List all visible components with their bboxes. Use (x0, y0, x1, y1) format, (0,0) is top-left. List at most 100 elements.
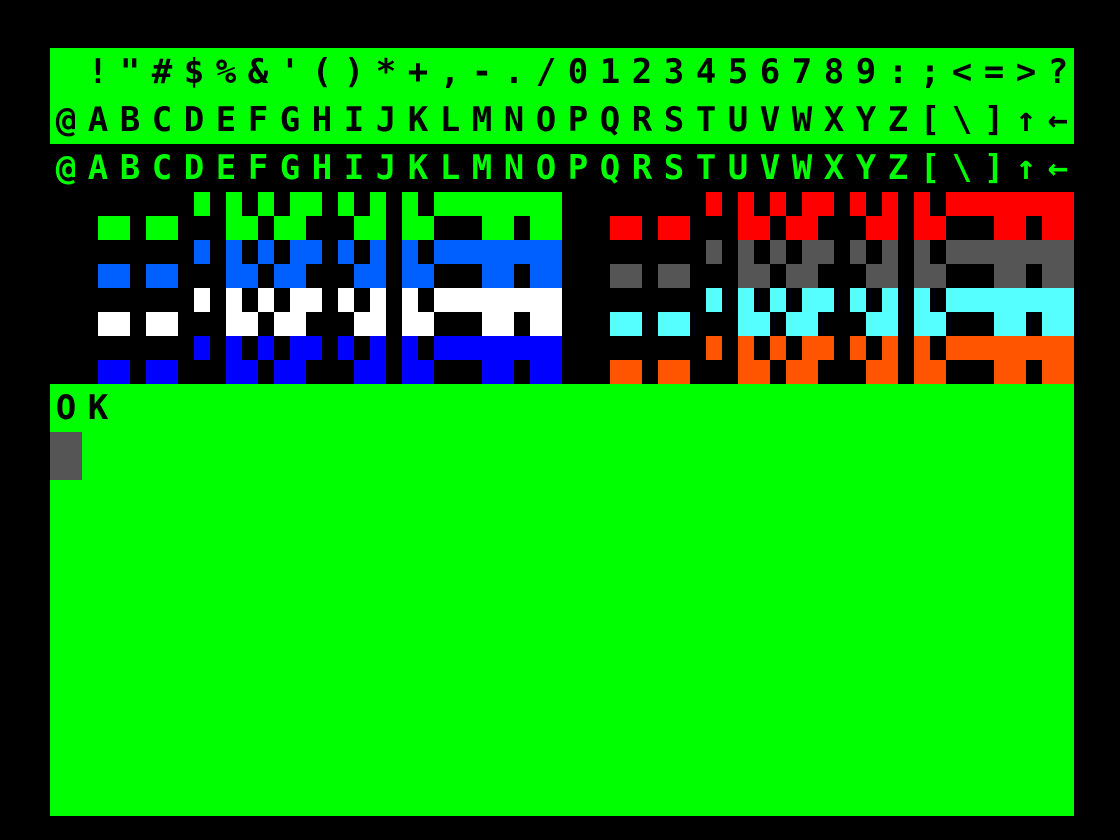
semigraphic-quad (226, 264, 242, 288)
semigraphic-quad (1010, 360, 1026, 384)
char-cell: " (119, 52, 141, 92)
semigraphic-quad (738, 216, 754, 240)
semigraphic-quad (338, 336, 354, 360)
char-cell: & (247, 52, 269, 92)
char-cell: F (247, 148, 269, 188)
char-cell: U (727, 148, 749, 188)
char-cell: A (87, 148, 109, 188)
char-cell: H (311, 148, 333, 188)
semigraphic-quad (370, 240, 386, 264)
char-cell: O (535, 148, 557, 188)
semigraphic-quad (530, 216, 546, 240)
semigraphic-quad (226, 216, 242, 240)
semigraphic-quad (978, 240, 994, 264)
semigraphic-quad (850, 336, 866, 360)
semigraphic-quad (914, 336, 930, 360)
semigraphic-quad (306, 288, 322, 312)
semigraphic-quad (994, 336, 1010, 360)
semigraphics-block-area (50, 192, 1074, 384)
char-cell: 4 (695, 52, 717, 92)
semigraphic-quad (802, 264, 818, 288)
semigraphic-quad (914, 192, 930, 216)
semigraphic-quad (482, 288, 498, 312)
char-cell: 0 (567, 52, 589, 92)
char-cell: E (215, 148, 237, 188)
semigraphic-quad (882, 288, 898, 312)
char-cell: J (375, 100, 397, 140)
semigraphic-quad (818, 288, 834, 312)
ok-prompt: OK (50, 384, 114, 432)
semigraphic-quad (402, 240, 418, 264)
char-cell: = (983, 52, 1005, 92)
semigraphic-quad (546, 312, 562, 336)
semigraphic-quad (866, 360, 882, 384)
semigraphic-quad (978, 192, 994, 216)
charset-row-alpha-normal: @ A B C D E F G H I J K L M N O P Q R S T U V W X Y Z[\] ↑ ← (50, 144, 1074, 192)
semigraphic-quad (146, 216, 162, 240)
semigraphic-quad (530, 288, 546, 312)
text-screen-area[interactable]: OK (50, 384, 1074, 816)
semigraphic-quad (370, 336, 386, 360)
char-cell: E (215, 100, 237, 140)
char-cell: ] (983, 100, 1005, 140)
semigraphic-quad (514, 336, 530, 360)
semigraphic-quad (114, 312, 130, 336)
semigraphic-quad (114, 216, 130, 240)
semigraphic-quad (514, 192, 530, 216)
char-cell: @ (55, 100, 77, 140)
semigraphic-quad (1026, 288, 1042, 312)
semigraphic-quad (674, 360, 690, 384)
semigraphic-quad (402, 216, 418, 240)
char-cell: T (695, 100, 717, 140)
semigraphic-quad (994, 360, 1010, 384)
semigraphic-quad (962, 336, 978, 360)
semigraphic-quad (450, 288, 466, 312)
semigraphic-quad (242, 264, 258, 288)
semigraphic-quad (514, 288, 530, 312)
semigraphic-quad (850, 192, 866, 216)
semigraphic-quad (290, 192, 306, 216)
char-cell: A (87, 100, 109, 140)
char-cell: W (791, 148, 813, 188)
semigraphic-quad (482, 312, 498, 336)
semigraphic-quad (1010, 264, 1026, 288)
char-cell: B (119, 148, 141, 188)
semigraphic-quad (882, 192, 898, 216)
char-cell: S (663, 148, 685, 188)
semigraphic-quad (498, 360, 514, 384)
semigraphic-quad (1010, 192, 1026, 216)
semigraphic-quad (482, 336, 498, 360)
char-cell: 2 (631, 52, 653, 92)
semigraphic-quad (498, 216, 514, 240)
semigraphic-quad (242, 360, 258, 384)
semigraphic-quad (882, 264, 898, 288)
semigraphic-quad (706, 240, 722, 264)
char-cell: ! (87, 52, 109, 92)
semigraphic-quad (226, 336, 242, 360)
prompt-char: K (87, 388, 109, 428)
charset-row-punct-digits: ! " # $% & '() * +, -./0 1 2 3 4 5 6 7 8 9:; < = >? (50, 48, 1074, 96)
semigraphic-quad (306, 336, 322, 360)
semigraphic-quad (258, 192, 274, 216)
char-cell: L (439, 148, 461, 188)
semigraphic-quad (930, 312, 946, 336)
semigraphic-quad (786, 216, 802, 240)
semigraphic-quad (146, 312, 162, 336)
emulator-screen[interactable]: ! " # $% & '() * +, -./0 1 2 3 4 5 6 7 8 9:; < = >? @ A B C D E F G… (50, 48, 1074, 816)
semigraphic-quad (274, 216, 290, 240)
semigraphic-quad (1042, 360, 1058, 384)
semigraphic-quad (498, 240, 514, 264)
semigraphic-quad (1058, 264, 1074, 288)
semigraphic-quad (338, 192, 354, 216)
semigraphic-quad (914, 264, 930, 288)
char-cell: ] (983, 148, 1005, 188)
semigraphic-quad (114, 264, 130, 288)
semigraphic-quad (498, 288, 514, 312)
semigraphic-quad (226, 192, 242, 216)
semigraphic-quad (1026, 240, 1042, 264)
semigraphic-quad (498, 336, 514, 360)
char-cell: D (183, 148, 205, 188)
semigraphic-quad (466, 288, 482, 312)
semigraphic-quad (354, 312, 370, 336)
semigraphic-quad (818, 192, 834, 216)
